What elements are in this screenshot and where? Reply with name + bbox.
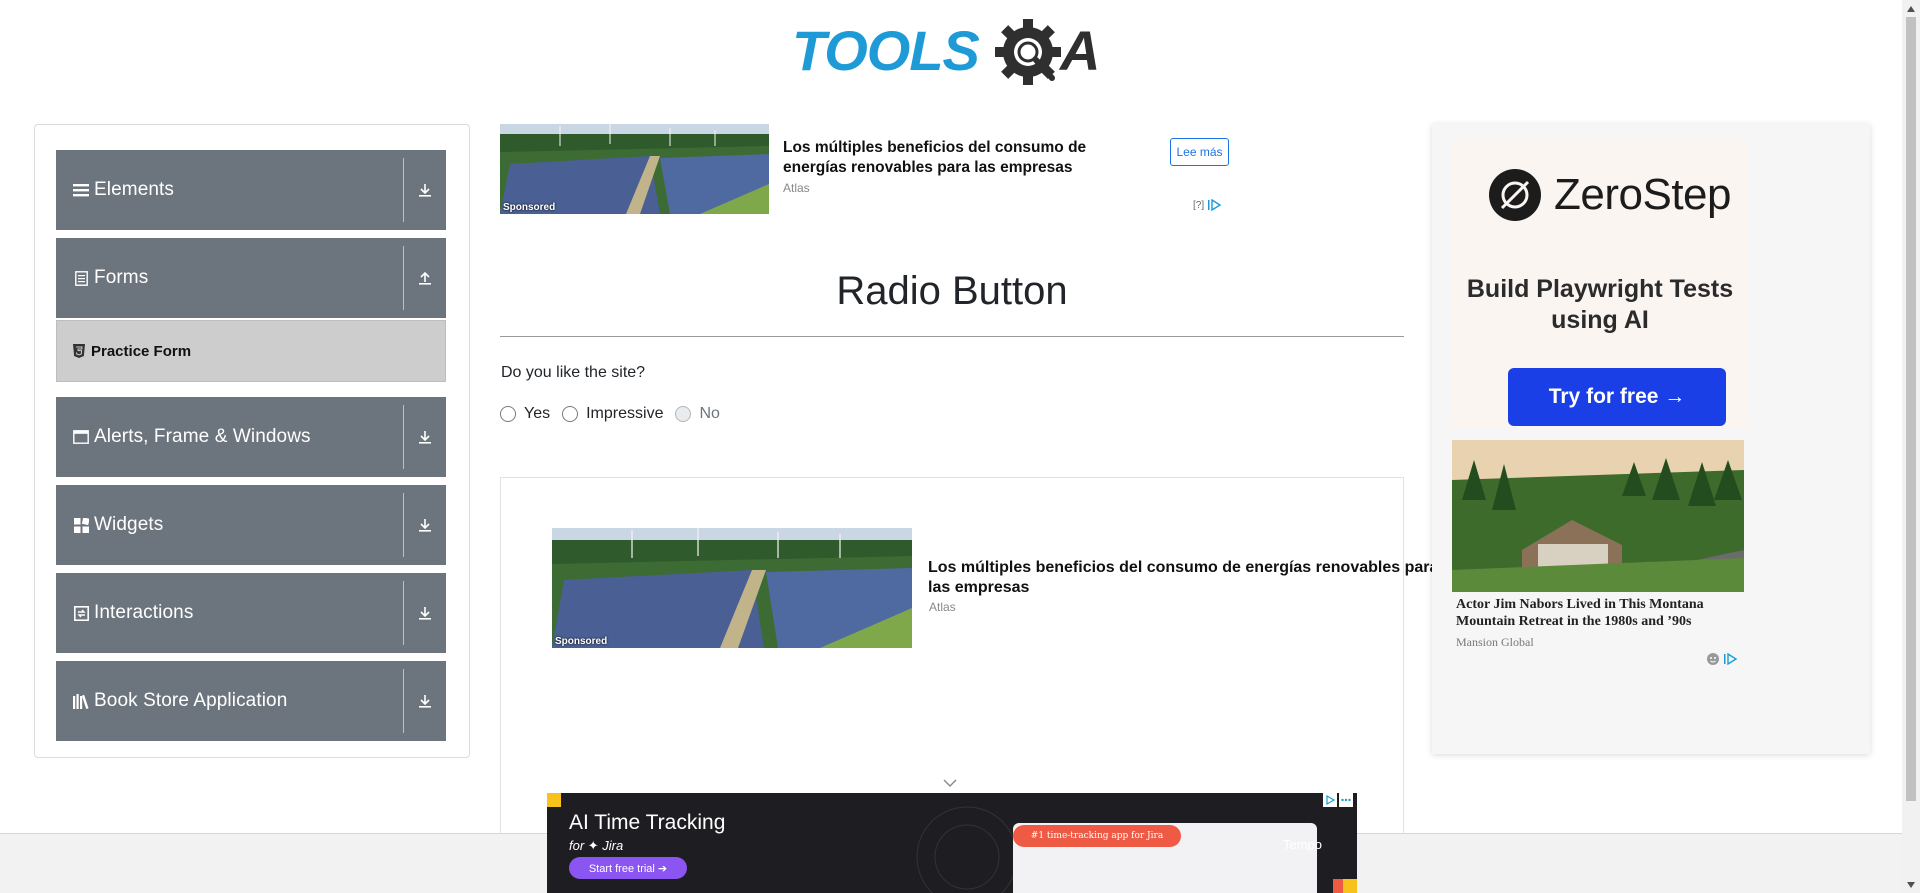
sidebar-group-interactions[interactable]: Interactions bbox=[56, 573, 446, 653]
sidebar-group-label: Elements bbox=[94, 179, 175, 200]
download-arrow-icon[interactable] bbox=[412, 661, 438, 741]
zerostep-brand: ZeroStep bbox=[1554, 170, 1731, 219]
document-icon bbox=[72, 269, 90, 287]
zerostep-logo: ZeroStep bbox=[1488, 168, 1731, 222]
divider bbox=[403, 493, 404, 557]
tempo-logo: Tempo bbox=[1283, 837, 1323, 852]
try-for-free-button[interactable]: Try for free → bbox=[1508, 368, 1726, 426]
page-header: TOOLS A bbox=[0, 0, 1902, 105]
start-free-trial-button[interactable]: Start free trial ➔ bbox=[569, 857, 687, 879]
scrollbar-thumb[interactable] bbox=[1906, 17, 1916, 801]
logo-text-right: A bbox=[1058, 19, 1100, 82]
divider bbox=[403, 581, 404, 645]
sidebar-group-book-store[interactable]: Book Store Application bbox=[56, 661, 446, 741]
radio-yes[interactable]: Yes bbox=[500, 405, 550, 423]
sidebar-group-label: Interactions bbox=[94, 602, 194, 623]
ad-feedback-icon bbox=[1707, 653, 1719, 665]
sidebar-group-elements[interactable]: Elements bbox=[56, 150, 446, 230]
radio-group: Yes Impressive No bbox=[500, 405, 732, 423]
gear-magnifier-icon bbox=[995, 19, 1061, 85]
divider bbox=[403, 405, 404, 469]
interactions-icon bbox=[72, 604, 90, 622]
menu-lines-icon bbox=[72, 181, 90, 199]
toolsqa-logo[interactable]: TOOLS A bbox=[792, 14, 1116, 92]
widgets-grid-icon bbox=[72, 516, 90, 534]
sidebar: Elements Forms Practice Form Alerts, Fra… bbox=[34, 124, 470, 758]
radio-input-yes[interactable] bbox=[500, 406, 516, 422]
sidebar-group-widgets[interactable]: Widgets bbox=[56, 485, 446, 565]
banner-subtitle: for ✦ Jira bbox=[569, 838, 624, 853]
sidebar-group-label: Forms bbox=[94, 267, 149, 288]
radio-no: No bbox=[675, 405, 720, 423]
radio-label: No bbox=[699, 405, 720, 422]
story-headline[interactable]: Actor Jim Nabors Lived in This Montana M… bbox=[1456, 596, 1746, 630]
divider bbox=[500, 336, 1404, 337]
chevron-down-icon[interactable] bbox=[942, 776, 958, 788]
ad-source: Atlas bbox=[929, 600, 956, 614]
radio-input-no bbox=[675, 406, 692, 422]
zerostep-icon bbox=[1489, 169, 1541, 221]
zerostep-tagline: Build Playwright Tests using AI bbox=[1466, 275, 1734, 334]
ad-headline[interactable]: Los múltiples beneficios del consumo de … bbox=[783, 138, 1123, 178]
download-arrow-icon[interactable] bbox=[412, 485, 438, 565]
adchoices-icon bbox=[1724, 653, 1738, 665]
html5-icon bbox=[73, 344, 85, 358]
mansion-image[interactable] bbox=[1452, 440, 1744, 592]
banner-title: AI Time Tracking bbox=[569, 811, 726, 834]
sponsored-label: Sponsored bbox=[555, 636, 608, 647]
scroll-up-arrow-icon[interactable] bbox=[1902, 0, 1920, 17]
ad-read-more-button[interactable]: Lee más bbox=[1170, 138, 1229, 166]
sidebar-group-alerts[interactable]: Alerts, Frame & Windows bbox=[56, 397, 446, 477]
radio-question: Do you like the site? bbox=[501, 364, 646, 381]
story-source: Mansion Global bbox=[1456, 635, 1534, 649]
divider bbox=[403, 158, 404, 222]
sidebar-group-label: Widgets bbox=[94, 514, 164, 535]
divider bbox=[403, 246, 404, 310]
ad-source: Atlas bbox=[783, 181, 810, 195]
page-title: Radio Button bbox=[836, 269, 1068, 313]
ad-solar-image[interactable]: Sponsored bbox=[552, 528, 912, 648]
radio-label[interactable]: Yes bbox=[524, 405, 550, 423]
scrollbar[interactable] bbox=[1902, 0, 1920, 893]
ad-bottom-banner[interactable]: AI Time Tracking for ✦ Jira Start free t… bbox=[547, 793, 1357, 893]
sidebar-item-label: Practice Form bbox=[91, 342, 192, 360]
ad-menu-icon[interactable] bbox=[1323, 793, 1353, 807]
right-ad[interactable]: ZeroStep Build Playwright Tests using AI… bbox=[1432, 124, 1870, 754]
divider bbox=[403, 669, 404, 733]
scroll-down-arrow-icon[interactable] bbox=[1902, 876, 1920, 893]
ad-solar-image[interactable]: Sponsored bbox=[500, 124, 769, 214]
download-arrow-icon[interactable] bbox=[412, 150, 438, 230]
download-arrow-icon[interactable] bbox=[412, 397, 438, 477]
ad-top-banner[interactable]: Sponsored Los múltiples beneficios del c… bbox=[500, 124, 1232, 214]
sidebar-group-forms[interactable]: Forms bbox=[56, 238, 446, 318]
zerostep-ad[interactable]: ZeroStep Build Playwright Tests using AI… bbox=[1452, 138, 1748, 428]
radio-input-impressive[interactable] bbox=[562, 406, 579, 422]
ad-headline[interactable]: Los múltiples beneficios del consumo de … bbox=[928, 558, 1448, 598]
logo-text-left: TOOLS bbox=[792, 19, 980, 82]
sidebar-item-practice-form[interactable]: Practice Form bbox=[56, 320, 446, 382]
sponsored-label: Sponsored bbox=[503, 202, 556, 213]
banner-badge: #1 time-tracking app for Jira bbox=[1013, 825, 1181, 847]
radio-impressive[interactable]: Impressive bbox=[562, 405, 663, 423]
books-icon bbox=[72, 692, 90, 710]
window-icon bbox=[72, 428, 90, 446]
sidebar-group-label: Alerts, Frame & Windows bbox=[94, 426, 311, 447]
radio-label[interactable]: Impressive bbox=[586, 405, 663, 423]
adchoices[interactable]: [?] bbox=[1193, 199, 1223, 211]
upload-arrow-icon[interactable] bbox=[412, 238, 438, 318]
sidebar-group-label: Book Store Application bbox=[94, 690, 288, 711]
adchoices-icon bbox=[1208, 199, 1222, 211]
download-arrow-icon[interactable] bbox=[412, 573, 438, 653]
adchoices[interactable] bbox=[1706, 652, 1738, 666]
ad-info-label: [?] bbox=[1193, 199, 1205, 211]
